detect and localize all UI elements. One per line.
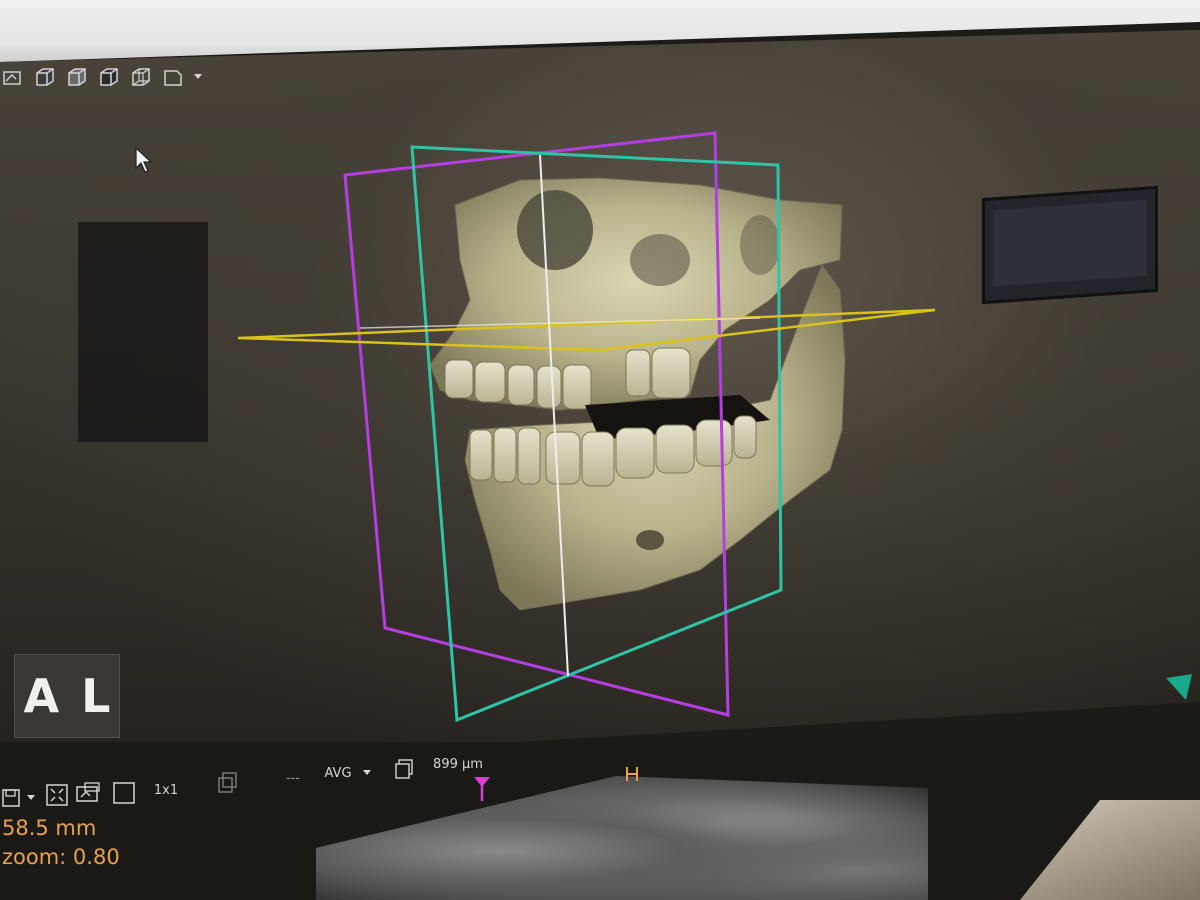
slice-thickness-value[interactable]: 899 µm xyxy=(426,754,490,774)
measurement-readout: 58.5 mm zoom: 0.80 xyxy=(2,814,120,872)
projection-mode-select[interactable]: AVG xyxy=(318,762,358,784)
copy-icon[interactable] xyxy=(214,770,242,796)
dropdown-arrow-icon[interactable] xyxy=(24,788,38,808)
fit-screen-icon[interactable] xyxy=(44,782,70,808)
slice-toolbar: 1x1 --- AVG 899 µm xyxy=(0,752,700,812)
orientation-label: A L xyxy=(14,654,120,738)
save-icon[interactable] xyxy=(0,786,22,810)
crosshair-marker-icon[interactable] xyxy=(470,774,494,804)
corner-indicator-icon[interactable] xyxy=(1164,672,1194,702)
slab-icon[interactable] xyxy=(392,756,416,782)
zoom-value: zoom: 0.80 xyxy=(2,845,120,869)
distance-value: 58.5 mm xyxy=(2,816,97,840)
screenshot-icon[interactable] xyxy=(74,780,102,806)
orientation-left: L xyxy=(81,669,111,723)
single-layout-icon[interactable] xyxy=(110,780,138,806)
separator-label: --- xyxy=(285,770,301,786)
position-marker-icon[interactable] xyxy=(622,762,642,786)
layout-label[interactable]: 1x1 xyxy=(146,780,186,800)
orientation-anterior: A xyxy=(23,669,60,723)
dropdown-arrow-icon[interactable] xyxy=(360,762,374,784)
